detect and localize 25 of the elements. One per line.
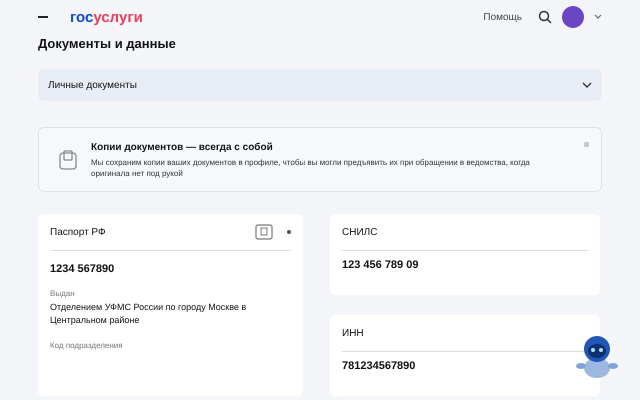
document-card[interactable]: СНИЛС 123 456 789 09: [330, 214, 600, 296]
more-icon[interactable]: [287, 230, 291, 234]
logo[interactable]: госуслуги: [70, 8, 143, 26]
help-link[interactable]: Помощь: [483, 12, 522, 22]
document-copy-icon: [59, 150, 77, 170]
avatar[interactable]: [562, 6, 584, 28]
document-filter-dropdown[interactable]: Личные документы: [38, 69, 602, 101]
card-title: Паспорт РФ: [50, 226, 106, 238]
notice-text: Мы сохраним копии ваших документов в профиле, чтобы вы могли предъявить их при обращении в ведомства, когда оригинала нет под рукой: [91, 157, 531, 180]
search-icon[interactable]: [538, 10, 552, 24]
document-copy-icon[interactable]: [255, 224, 273, 240]
card-title: СНИЛС: [342, 226, 378, 238]
caret-icon[interactable]: [594, 14, 602, 20]
field-value: Отделением УФМС России по городу Москве в Центральном районе: [50, 301, 248, 327]
passport-card[interactable]: Паспорт РФ 1234 567890 Выдан Отделением УФМС России по городу Москве в Центральном районе Код подразделения: [38, 214, 303, 396]
document-number: 781234567890: [342, 360, 416, 372]
field-label: Код подразделения: [50, 340, 124, 350]
page-title: Документы и данные: [38, 36, 177, 51]
document-number: 123 456 789 09: [342, 259, 420, 272]
field-label: Выдан: [50, 289, 76, 298]
card-title: ИНН: [342, 328, 364, 339]
notice-title: Копии документов — всегда с собой: [91, 142, 274, 153]
passport-number: 1234 567890: [50, 263, 116, 276]
caret-icon: [582, 82, 592, 88]
document-card[interactable]: ИНН 781234567890: [330, 315, 600, 396]
